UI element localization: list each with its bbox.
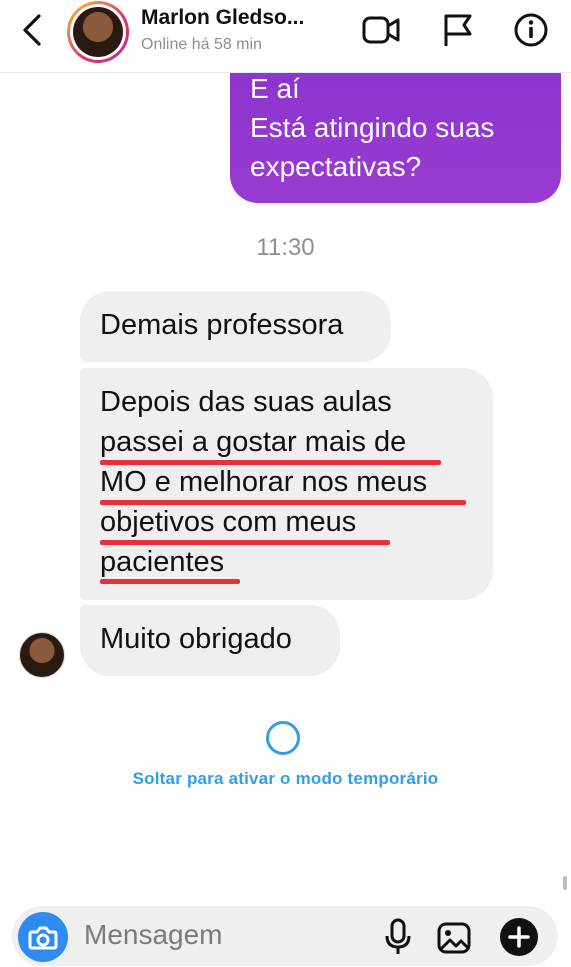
scrollbar[interactable] xyxy=(563,876,567,890)
red-underline xyxy=(100,579,240,584)
back-chevron-icon[interactable] xyxy=(14,10,50,50)
flag-icon[interactable] xyxy=(438,12,478,48)
message-timestamp: 11:30 xyxy=(256,234,315,261)
info-icon[interactable] xyxy=(511,12,551,48)
red-underline xyxy=(100,540,390,545)
video-camera-icon[interactable] xyxy=(361,12,401,48)
incoming-message-bubble[interactable]: Depois das suas aulas passei a gostar ma… xyxy=(80,368,493,600)
message-composer xyxy=(12,906,558,966)
message-line: pacientes xyxy=(100,546,225,578)
camera-icon xyxy=(28,926,58,950)
gallery-icon[interactable] xyxy=(436,916,472,956)
chat-header: Marlon Gledso... Online há 58 min xyxy=(0,0,571,73)
sender-avatar[interactable] xyxy=(19,632,65,678)
camera-button[interactable] xyxy=(18,912,68,962)
incoming-message-bubble[interactable]: Muito obrigado xyxy=(80,605,340,676)
message-line: passei a gostar mais de xyxy=(100,426,407,458)
red-underline xyxy=(100,500,466,505)
incoming-message-bubble[interactable]: Demais professora xyxy=(80,291,391,362)
message-line: objetivos com meus xyxy=(100,506,357,538)
contact-avatar[interactable] xyxy=(67,1,129,63)
message-line: MO e melhorar nos meus xyxy=(100,466,428,498)
message-line: Está atingindo suas xyxy=(250,112,495,143)
vanish-mode-indicator-icon xyxy=(266,721,300,755)
message-line: Depois das suas aulas xyxy=(100,386,392,418)
message-line: expectativas? xyxy=(250,151,422,182)
message-text: Muito obrigado xyxy=(100,623,292,655)
outgoing-message-bubble[interactable]: E aí Está atingindo suas expectativas? xyxy=(230,70,561,203)
message-line: E aí xyxy=(250,73,300,104)
red-underline xyxy=(100,460,441,465)
microphone-icon[interactable] xyxy=(380,916,416,956)
message-text: Demais professora xyxy=(100,309,344,341)
plus-button[interactable] xyxy=(500,918,538,956)
vanish-mode-label: Soltar para ativar o modo temporário xyxy=(132,769,439,788)
contact-name[interactable]: Marlon Gledso... xyxy=(141,6,304,30)
message-input[interactable] xyxy=(82,914,366,956)
online-status: Online há 58 min xyxy=(141,36,262,53)
plus-icon xyxy=(508,926,530,948)
